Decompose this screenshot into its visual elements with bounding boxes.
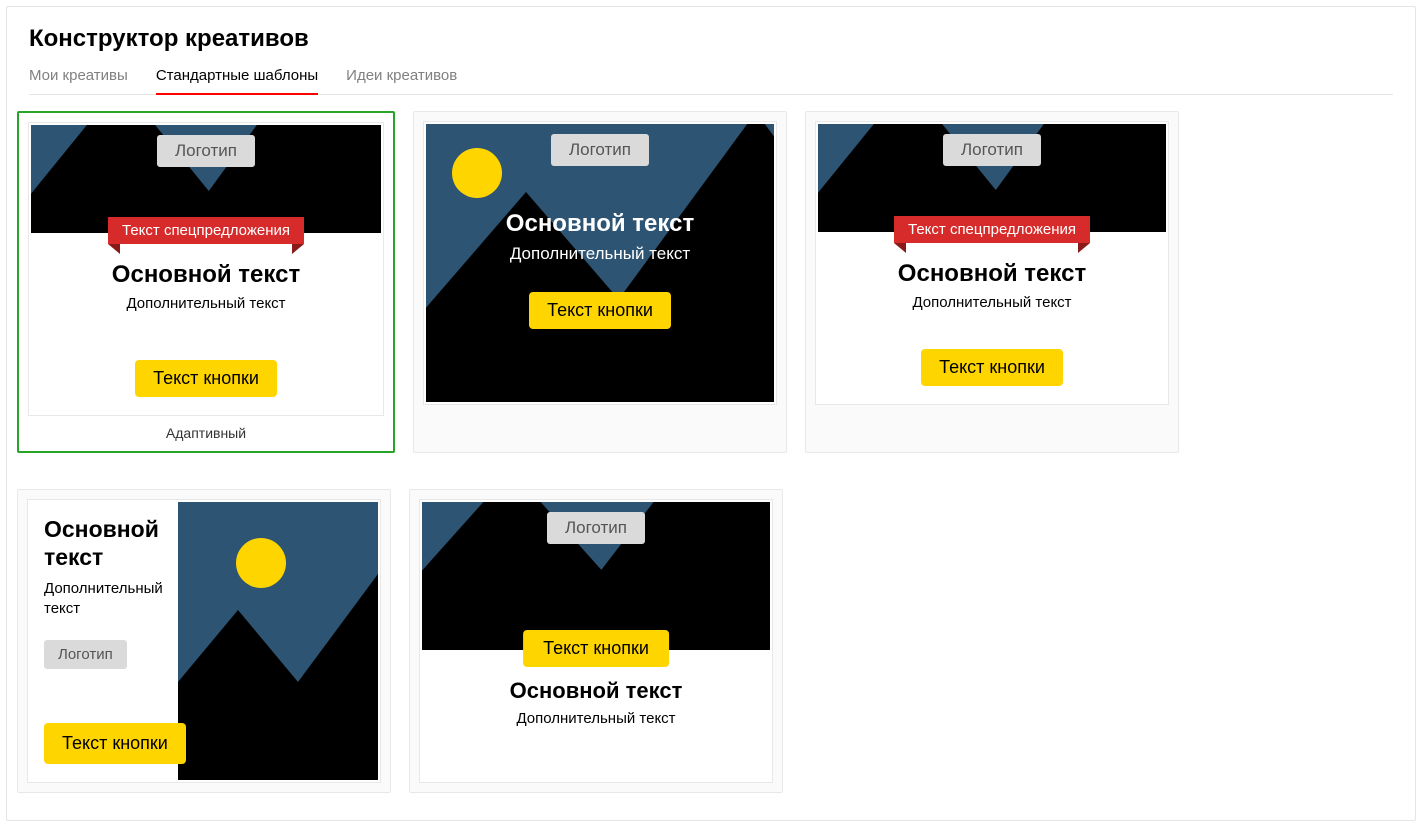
- main-text: Основной текст: [426, 210, 774, 238]
- cta-button: Текст кнопки: [921, 349, 1063, 386]
- logo-placeholder: Логотип: [551, 134, 649, 166]
- template-preview: Логотип Основной текст Дополнительный те…: [816, 122, 1168, 404]
- special-offer-ribbon: Текст спецпредложения: [108, 217, 304, 244]
- header: Конструктор креативов Мои креативы Станд…: [7, 7, 1415, 95]
- logo-placeholder: Логотип: [943, 134, 1041, 166]
- main-text: Основной текст: [31, 261, 381, 289]
- sub-text: Дополнительный текст: [31, 295, 381, 312]
- text-area: Основной текст Дополнительный текст: [422, 678, 770, 727]
- template-card[interactable]: Логотип Текст кнопки Основной текст Допо…: [409, 489, 783, 793]
- page-title: Конструктор креативов: [29, 25, 1393, 53]
- creative-preview-topimage: Логотип Текст кнопки Основной текст Допо…: [422, 502, 770, 780]
- special-offer-ribbon: Текст спецпредложения: [894, 216, 1090, 243]
- text-column: Основной текст Дополнительный текст Лого…: [44, 516, 184, 669]
- template-card[interactable]: Логотип Основной текст Дополнительный те…: [413, 111, 787, 453]
- template-preview: Логотип Основной текст Дополнительный те…: [424, 122, 776, 404]
- sun-icon: [452, 148, 502, 198]
- tab-my-creatives[interactable]: Мои креативы: [29, 67, 128, 94]
- creative-preview-adaptive: Логотип Основной текст Дополнительный те…: [31, 125, 381, 413]
- template-preview: Основной текст Дополнительный текст Лого…: [28, 500, 380, 782]
- sub-text: Дополнительный текст: [426, 244, 774, 264]
- tab-creative-ideas[interactable]: Идеи креативов: [346, 67, 457, 94]
- sub-text: Дополнительный текст: [44, 579, 184, 618]
- logo-placeholder: Логотип: [44, 640, 127, 669]
- cta-button: Текст кнопки: [523, 630, 669, 667]
- creative-preview-sidetext: Основной текст Дополнительный текст Лого…: [30, 502, 378, 780]
- logo-placeholder: Логотип: [157, 135, 255, 167]
- cta-wrap: Текст кнопки: [426, 292, 774, 329]
- template-card[interactable]: Основной текст Дополнительный текст Лого…: [17, 489, 391, 793]
- cta-wrap: Текст кнопки: [818, 349, 1166, 386]
- main-text: Основной текст: [422, 678, 770, 704]
- template-preview: Логотип Текст кнопки Основной текст Допо…: [420, 500, 772, 782]
- image-pane: Логотип: [422, 502, 770, 650]
- tabs-bar: Мои креативы Стандартные шаблоны Идеи кр…: [29, 67, 1393, 95]
- template-card[interactable]: Логотип Основной текст Дополнительный те…: [805, 111, 1179, 453]
- template-caption: Адаптивный: [166, 425, 246, 441]
- cta-button: Текст кнопки: [529, 292, 671, 329]
- cta-button: Текст кнопки: [44, 723, 186, 764]
- creative-preview-ribbon: Логотип Основной текст Дополнительный те…: [818, 124, 1166, 402]
- main-text: Основной текст: [44, 516, 184, 571]
- image-pane: [178, 502, 378, 780]
- mountain-icon: [218, 520, 378, 780]
- template-preview: Логотип Основной текст Дополнительный те…: [29, 123, 383, 415]
- creative-constructor-panel: Конструктор креативов Мои креативы Станд…: [6, 6, 1416, 821]
- logo-placeholder: Логотип: [547, 512, 645, 544]
- tab-standard-templates[interactable]: Стандартные шаблоны: [156, 67, 318, 94]
- text-area: Основной текст Дополнительный текст Текс…: [31, 233, 381, 413]
- text-area: Основной текст Дополнительный текст Текс…: [818, 232, 1166, 402]
- template-card-adaptive[interactable]: Логотип Основной текст Дополнительный те…: [17, 111, 395, 453]
- main-text: Основной текст: [818, 260, 1166, 288]
- creative-preview-fullbg: Логотип Основной текст Дополнительный те…: [426, 124, 774, 402]
- templates-grid: Логотип Основной текст Дополнительный те…: [7, 95, 1415, 809]
- cta-wrap: Текст кнопки: [31, 360, 381, 397]
- sub-text: Дополнительный текст: [422, 710, 770, 727]
- sub-text: Дополнительный текст: [818, 294, 1166, 311]
- cta-button: Текст кнопки: [135, 360, 277, 397]
